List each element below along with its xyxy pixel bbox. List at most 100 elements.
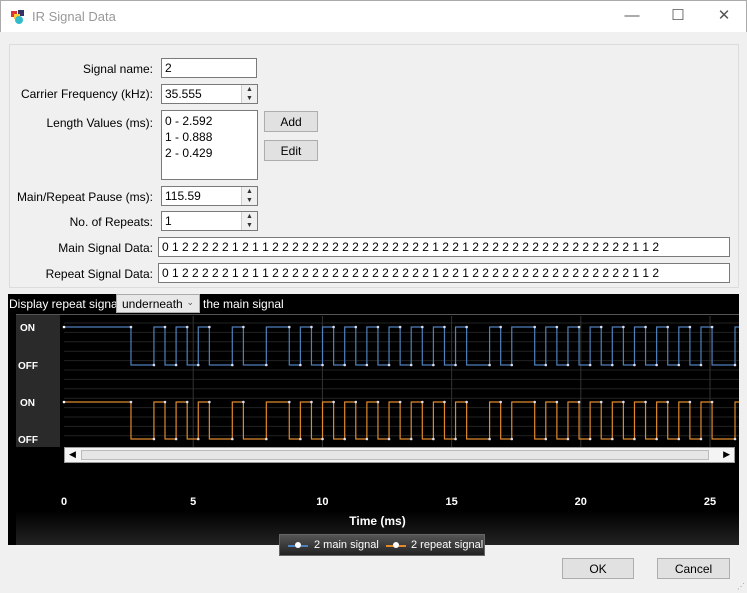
list-item[interactable]: 2 - 0.429 (165, 145, 254, 161)
data-point (655, 437, 658, 441)
close-button[interactable]: ✕ (701, 1, 747, 33)
data-point (465, 400, 468, 404)
data-point (610, 363, 614, 367)
down-arrow-icon[interactable]: ▼ (242, 196, 257, 205)
data-point (409, 437, 413, 441)
up-arrow-icon[interactable]: ▲ (242, 187, 257, 196)
length-values-list[interactable]: 0 - 2.592 1 - 0.888 2 - 0.429 (161, 110, 258, 180)
up-arrow-icon[interactable]: ▲ (242, 212, 257, 221)
data-point (321, 363, 324, 367)
data-point (688, 325, 692, 329)
x-tick-label: 10 (316, 496, 329, 508)
data-point (733, 437, 737, 441)
data-point (230, 363, 234, 367)
chart-panel: Display repeat signal underneath ⌄ the m… (8, 294, 739, 556)
data-point (230, 437, 234, 441)
repeat-position-value: underneath (122, 297, 183, 311)
data-point (174, 363, 178, 367)
data-point (129, 325, 133, 329)
data-point (432, 437, 435, 441)
edit-button[interactable]: Edit (264, 140, 318, 161)
data-point (420, 325, 424, 329)
data-point (666, 400, 670, 404)
signal-plot: ON OFF ON OFF (16, 314, 739, 494)
scrollbar-thumb[interactable] (81, 450, 709, 460)
resize-grip-icon[interactable]: ⋰ (737, 582, 745, 591)
scroll-right-icon[interactable]: ▶ (723, 449, 730, 460)
scroll-left-icon[interactable]: ◀ (69, 449, 76, 460)
horizontal-scrollbar[interactable]: ◀ ▶ (64, 447, 735, 463)
data-point (242, 325, 245, 329)
data-point (499, 325, 502, 329)
data-point (354, 325, 358, 329)
data-point (354, 400, 358, 404)
pause-input[interactable]: 115.59 ▲ ▼ (161, 186, 258, 206)
add-button[interactable]: Add (264, 111, 318, 132)
cancel-button[interactable]: Cancel (657, 558, 730, 579)
data-point (398, 400, 402, 404)
data-point (432, 363, 435, 367)
data-point (644, 325, 647, 329)
chart-controls: Display repeat signal underneath ⌄ the m… (8, 294, 739, 314)
data-point (710, 325, 714, 329)
carrier-spinner[interactable]: ▲ ▼ (241, 85, 257, 103)
data-point (196, 437, 200, 441)
chart-area: ON OFF ON OFF ◀ ▶ 0 5 10 15 20 25 Time (ms) 2 ma… (16, 314, 739, 556)
app-cube-icon (10, 9, 26, 25)
repeat-signal-input[interactable]: 0 1 2 2 2 2 2 1 2 1 1 2 2 2 2 2 2 2 2 2 … (158, 263, 730, 283)
repeat-position-select[interactable]: underneath ⌄ (116, 294, 200, 313)
length-values-label: Length Values (ms): (46, 116, 154, 130)
x-tick-label: 5 (190, 496, 197, 508)
pause-spinner[interactable]: ▲ ▼ (241, 187, 257, 205)
repeats-spinner[interactable]: ▲ ▼ (241, 212, 257, 230)
data-point (688, 400, 692, 404)
signal-name-label: Signal name: (82, 62, 153, 76)
list-item[interactable]: 0 - 2.592 (165, 113, 254, 129)
data-point (321, 437, 324, 441)
data-point (577, 325, 581, 329)
data-point (710, 400, 714, 404)
data-point (588, 363, 592, 367)
up-arrow-icon[interactable]: ▲ (242, 85, 257, 94)
data-point (443, 325, 446, 329)
data-point (599, 400, 603, 404)
display-repeat-label: Display repeat signal (9, 297, 121, 311)
data-point (555, 325, 559, 329)
data-point (62, 400, 66, 404)
data-point (677, 437, 681, 441)
y-label-off: OFF (18, 435, 38, 446)
data-point (488, 363, 491, 367)
data-point (185, 400, 189, 404)
ok-button[interactable]: OK (562, 558, 634, 579)
minimize-button[interactable]: — (609, 1, 655, 33)
carrier-frequency-input[interactable]: 35.555 ▲ ▼ (161, 84, 258, 104)
down-arrow-icon[interactable]: ▼ (242, 221, 257, 230)
legend: 2 main signal 2 repeat signal (279, 534, 485, 556)
chevron-down-icon: ⌄ (186, 297, 194, 307)
data-point (242, 400, 245, 404)
signal-name-input[interactable]: 2 (161, 58, 257, 78)
data-point (644, 400, 647, 404)
data-point (332, 325, 335, 329)
data-point (533, 400, 537, 404)
data-point (544, 437, 548, 441)
pause-value: 115.59 (165, 189, 201, 203)
data-point (633, 437, 636, 441)
carrier-frequency-value: 35.555 (165, 87, 202, 101)
down-arrow-icon[interactable]: ▼ (242, 94, 257, 103)
data-point (387, 437, 391, 441)
data-point (208, 325, 211, 329)
list-item[interactable]: 1 - 0.888 (165, 129, 254, 145)
main-signal-input[interactable]: 0 1 2 2 2 2 2 1 2 1 1 2 2 2 2 2 2 2 2 2 … (158, 237, 730, 257)
x-tick-label: 15 (445, 496, 458, 508)
data-point (733, 363, 737, 367)
data-point (299, 363, 302, 367)
data-point (555, 400, 559, 404)
maximize-button[interactable]: ☐ (655, 1, 701, 33)
data-point (163, 400, 167, 404)
legend-repeat-label: 2 repeat signal (411, 539, 484, 551)
repeats-input[interactable]: 1 ▲ ▼ (161, 211, 258, 231)
data-point (62, 325, 66, 329)
main-signal-suffix-label: the main signal (203, 297, 284, 311)
data-point (343, 437, 346, 441)
